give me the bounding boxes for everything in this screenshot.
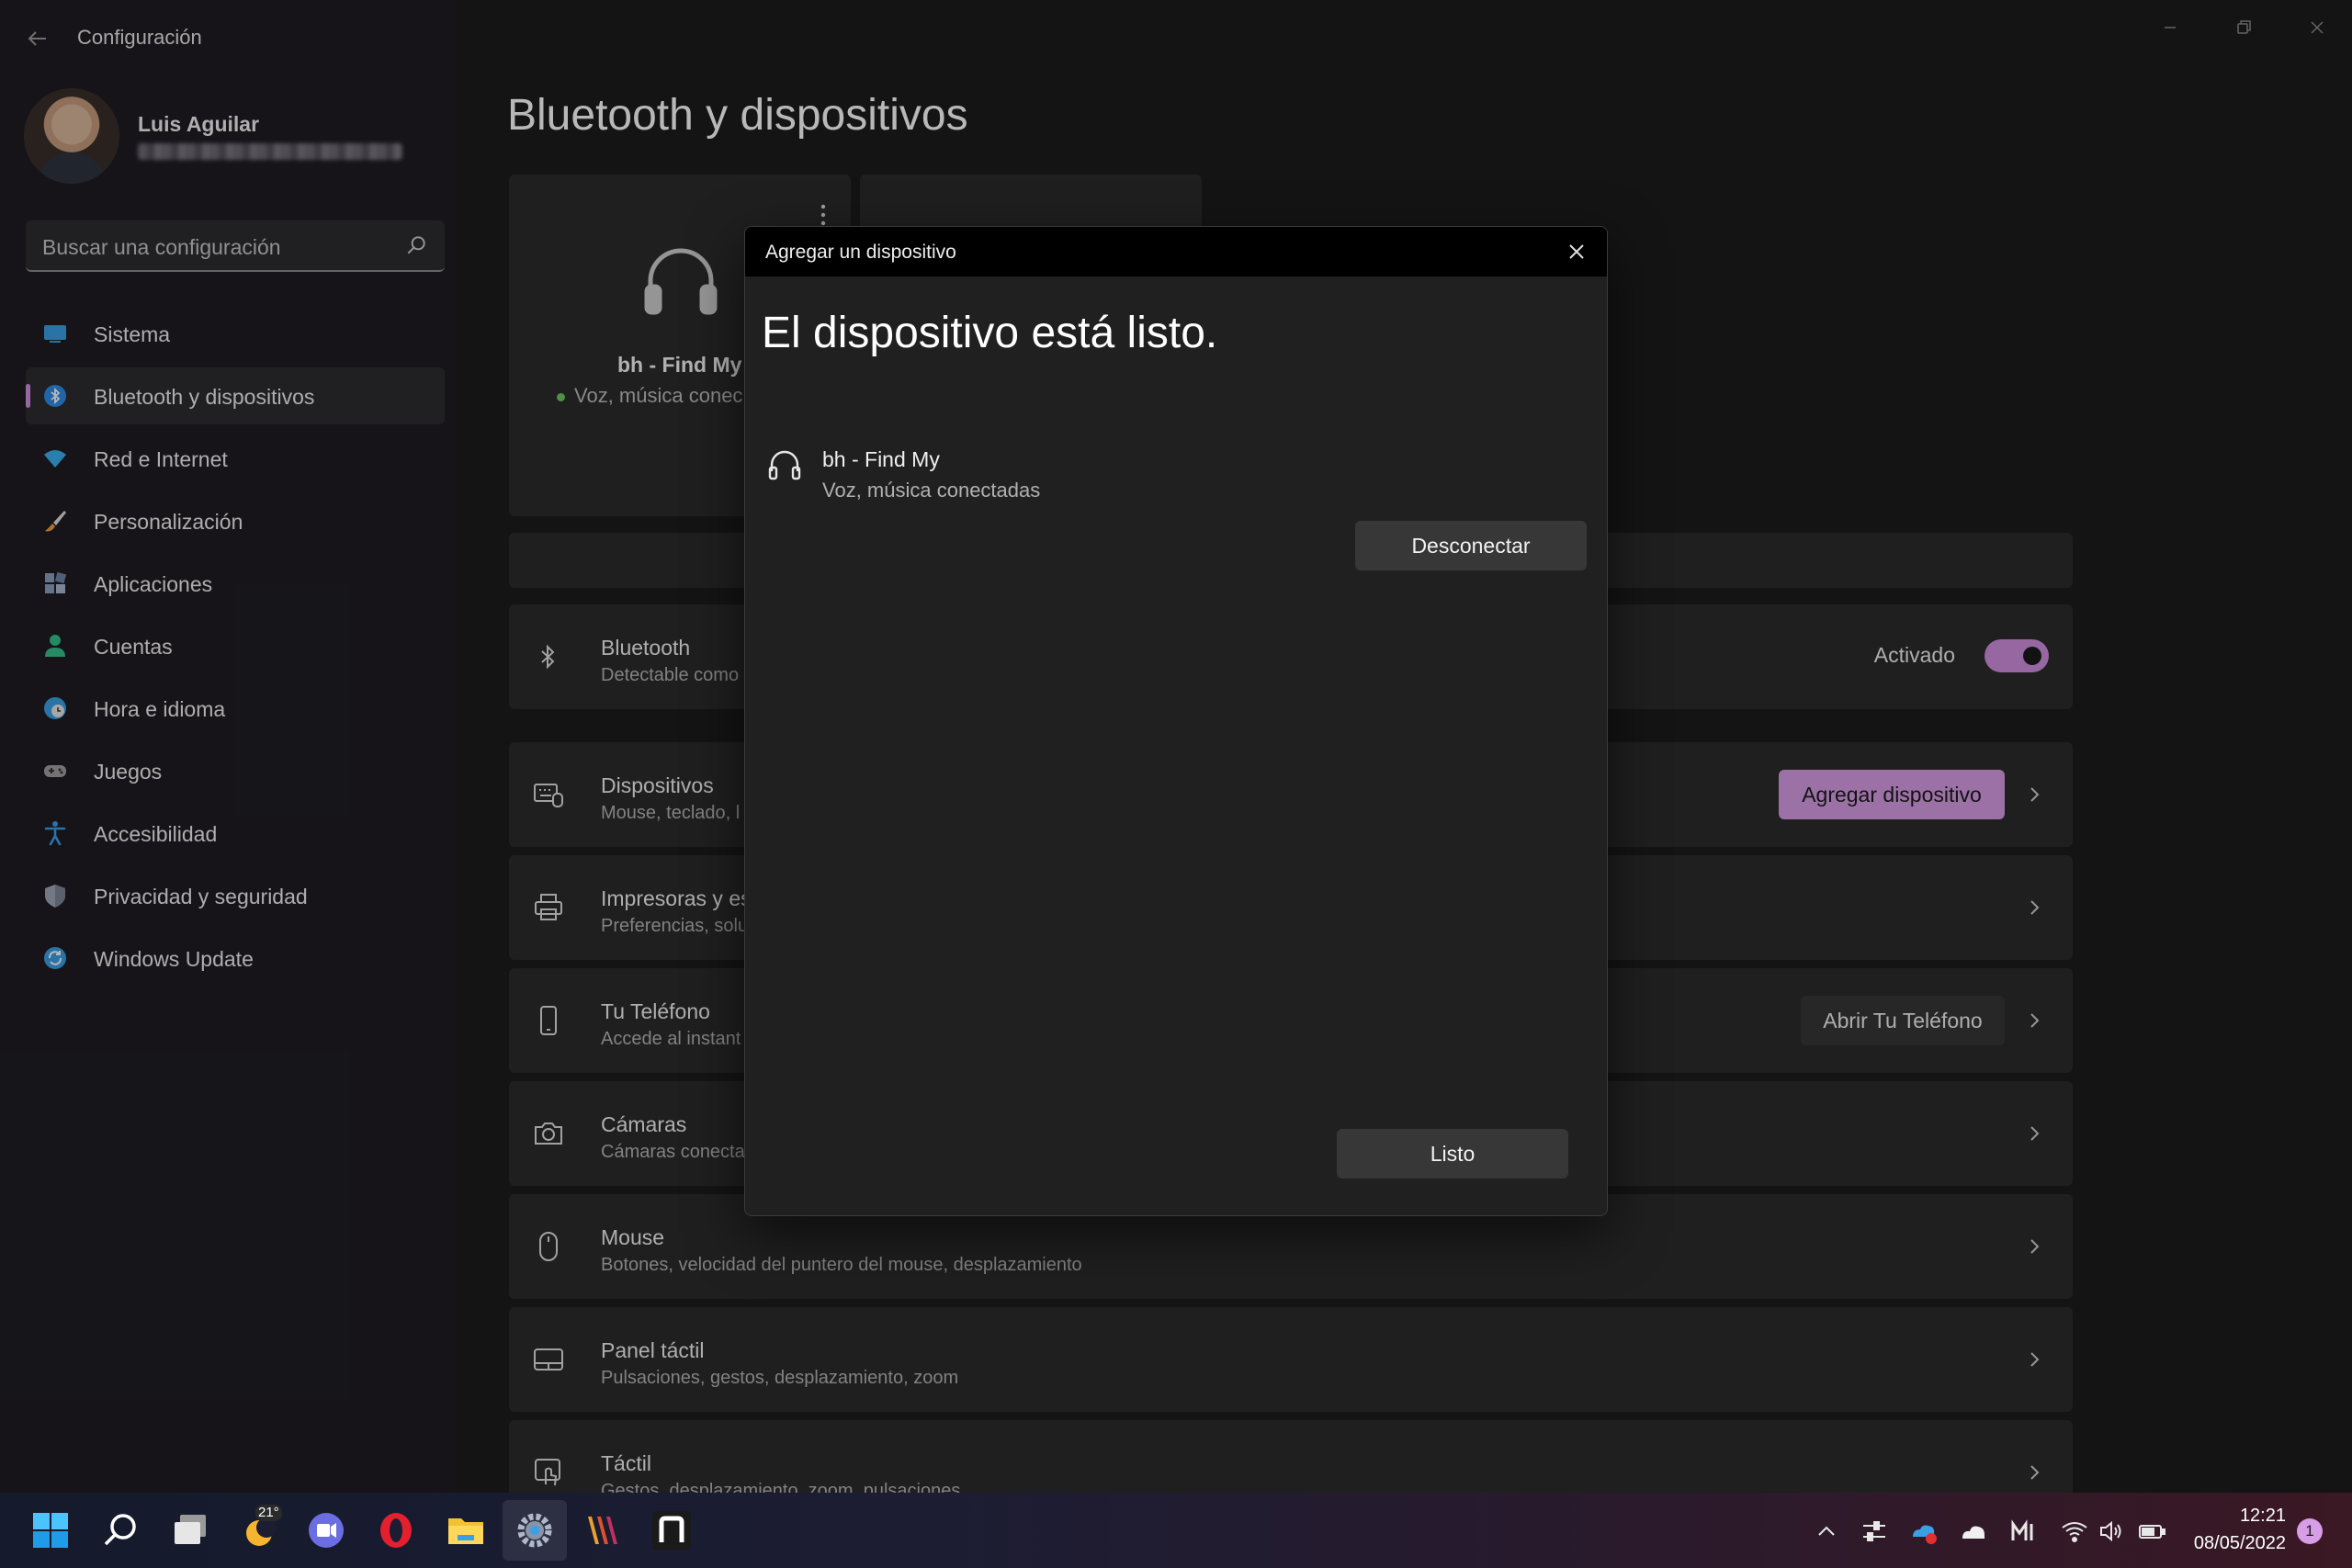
clock-date[interactable]: 08/05/2022 xyxy=(2183,1533,2286,1554)
notion-like-app-icon[interactable] xyxy=(650,1509,693,1551)
search-icon[interactable] xyxy=(99,1509,141,1551)
dialog-close-icon[interactable] xyxy=(1563,238,1590,265)
volume-icon[interactable] xyxy=(2097,1517,2126,1546)
settings-gear-icon[interactable] xyxy=(514,1509,556,1551)
cloud-icon[interactable] xyxy=(1959,1517,1988,1546)
headphones-icon xyxy=(768,450,801,480)
clock-time[interactable]: 12:21 xyxy=(2234,1506,2286,1527)
disconnect-button[interactable]: Desconectar xyxy=(1355,521,1587,570)
writer-app-icon[interactable] xyxy=(582,1509,625,1551)
teams-chat-icon[interactable] xyxy=(305,1509,347,1551)
file-explorer-icon[interactable] xyxy=(445,1509,487,1551)
sliders-icon[interactable] xyxy=(1860,1517,1889,1546)
wifi-icon[interactable] xyxy=(2060,1517,2089,1546)
dialog-device-status: Voz, música conectadas xyxy=(822,479,1041,502)
battery-icon[interactable] xyxy=(2137,1517,2166,1546)
task-view-icon[interactable] xyxy=(169,1509,211,1551)
taskbar: 21° 12:21 08/05/2022 1 xyxy=(0,1493,2352,1568)
notification-badge[interactable]: 1 xyxy=(2297,1518,2323,1544)
onedrive-error-icon[interactable] xyxy=(1909,1517,1939,1546)
dialog-device-name: bh - Find My xyxy=(822,447,940,471)
weather-temperature: 21° xyxy=(255,1505,282,1521)
dialog-titlebar: Agregar un dispositivo xyxy=(745,227,1607,276)
start-windows-icon[interactable] xyxy=(29,1509,72,1551)
chevron-up-icon[interactable] xyxy=(1812,1517,1841,1546)
app-tray-icon[interactable] xyxy=(2008,1517,2038,1546)
opera-icon[interactable] xyxy=(375,1509,417,1551)
done-button[interactable]: Listo xyxy=(1337,1129,1568,1179)
dialog-heading: El dispositivo está listo. xyxy=(762,309,1218,357)
add-device-dialog: Agregar un dispositivo El dispositivo es… xyxy=(744,226,1608,1216)
dialog-title: Agregar un dispositivo xyxy=(765,242,956,263)
